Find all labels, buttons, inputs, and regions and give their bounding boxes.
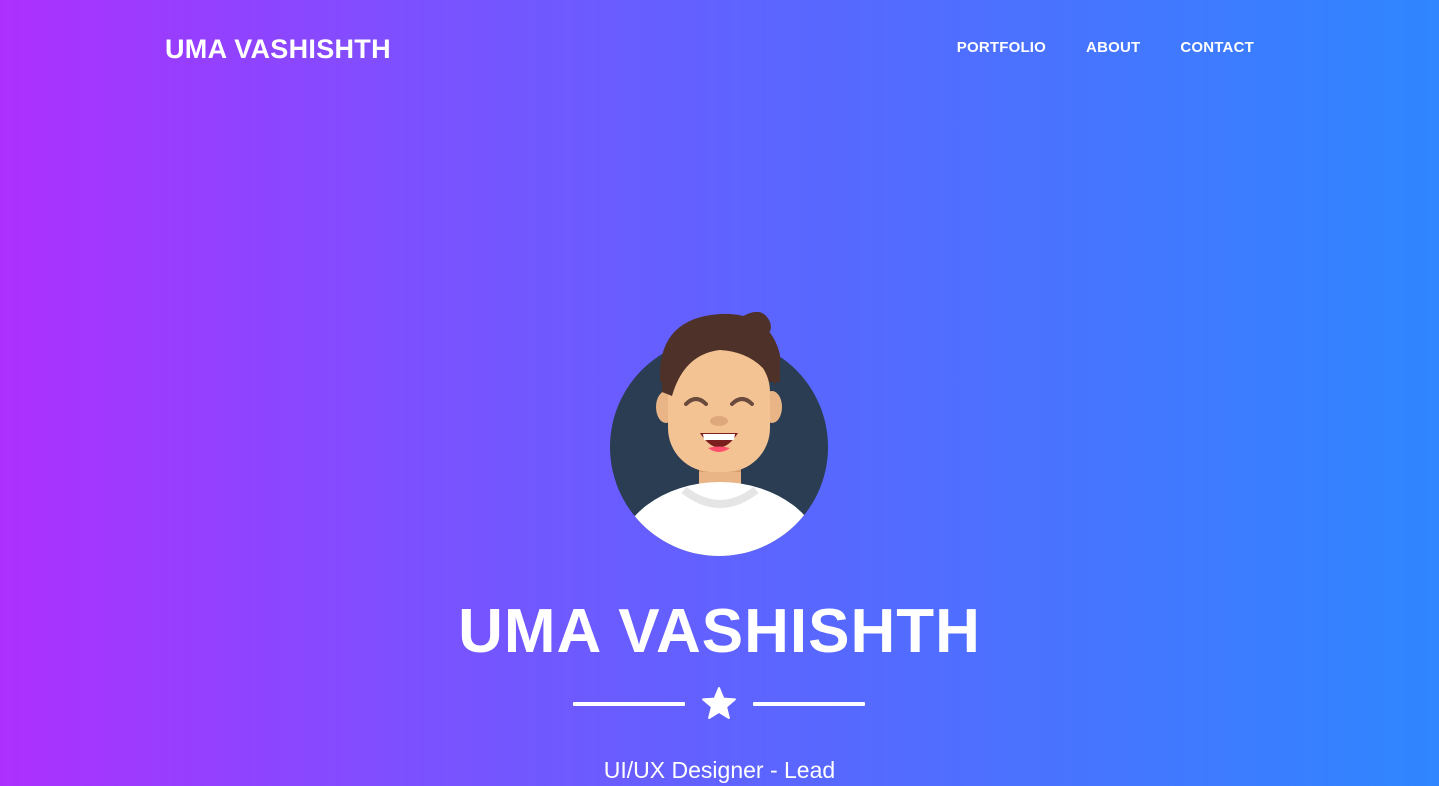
divider <box>573 686 865 722</box>
hero-subtitle: UI/UX Designer - Lead <box>603 757 836 783</box>
hero-name: UMA VASHISHTH <box>458 597 981 666</box>
navbar: UMA VASHISHTH PORTFOLIO ABOUT CONTACT <box>0 0 1439 96</box>
divider-line-left <box>573 702 685 706</box>
star-icon <box>702 687 736 719</box>
avatar <box>610 311 828 556</box>
nav-link-about[interactable]: ABOUT <box>1086 39 1140 56</box>
nav-links: PORTFOLIO ABOUT CONTACT <box>957 38 1254 58</box>
nav-item-portfolio: PORTFOLIO <box>957 38 1046 58</box>
nav-item-contact: CONTACT <box>1180 38 1254 58</box>
nav-item-about: ABOUT <box>1086 38 1140 58</box>
brand-link[interactable]: UMA VASHISHTH <box>165 32 391 66</box>
divider-line-right <box>753 702 865 706</box>
nav-link-portfolio[interactable]: PORTFOLIO <box>957 39 1046 56</box>
nav-link-contact[interactable]: CONTACT <box>1180 39 1254 56</box>
